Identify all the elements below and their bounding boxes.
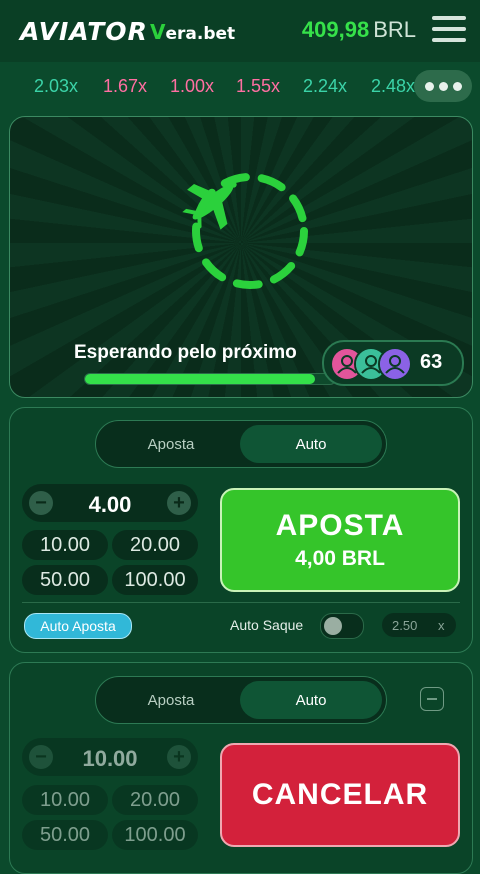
multiplier-item: 2.24x [303,76,348,96]
quick-amount-button[interactable]: 10.00 [22,530,108,560]
plus-button[interactable]: + [167,491,191,515]
plus-button[interactable]: + [167,745,191,769]
multiplier-item: 1.55x [236,76,281,96]
players-online[interactable]: 63 [322,340,464,386]
stake-value[interactable]: 4.00 [62,492,158,518]
minus-button[interactable]: − [29,491,53,515]
place-bet-button[interactable]: APOSTA 4,00 BRL [220,488,460,592]
auto-saque-unit: x [438,618,445,633]
quick-amount-button[interactable]: 100.00 [112,565,198,595]
auto-saque-value: 2.50 [392,618,418,633]
multiplier-item: 2.48x [371,76,416,96]
multiplier-item: 1.00x [170,76,215,96]
hamburger-menu-icon[interactable] [432,16,466,42]
dot-icon [438,81,448,91]
tab-auto[interactable]: Auto [240,425,382,463]
tab-auto[interactable]: Auto [240,681,382,719]
bet-mode-tabs: Aposta Auto [95,420,387,468]
game-canvas: Esperando pelo próximo 63 [9,116,473,398]
dot-icon [424,81,434,91]
quick-amount-button[interactable]: 20.00 [112,530,198,560]
multiplier-item: 1.67x [103,76,148,96]
balance-currency: BRL [373,17,416,42]
balance: 409,98 BRL [302,17,416,43]
remove-panel-icon[interactable] [420,687,444,711]
quick-amount-button[interactable]: 10.00 [22,785,108,815]
more-history-button[interactable] [414,70,472,102]
waiting-progress-bar [84,373,336,385]
dot-icon [452,81,462,91]
top-bar: AVIATOR Vera.bet 409,98 BRL [0,0,480,62]
balance-amount: 409,98 [301,17,370,42]
loading-spinner [192,173,308,289]
brand-text: era.bet [165,24,236,44]
player-avatar [378,347,412,381]
toggle-knob [324,617,342,635]
auto-saque-toggle[interactable] [320,613,364,639]
quick-amount-button[interactable]: 100.00 [112,820,198,850]
stake-stepper: − 10.00 + [22,738,198,776]
bet-button-amount: 4,00 BRL [295,547,385,570]
bet-button-title: APOSTA [275,509,405,542]
verabet-logo: Vera.bet [150,20,235,44]
divider [22,602,460,603]
quick-amount-button[interactable]: 50.00 [22,820,108,850]
auto-saque-input[interactable]: 2.50 x [382,613,456,637]
quick-amount-button[interactable]: 20.00 [112,785,198,815]
players-count: 63 [420,351,443,373]
bet-panel-1: Aposta Auto − 4.00 + 10.00 20.00 50.00 1… [9,407,473,653]
multiplier-history: 2.03x 1.67x 1.00x 1.55x 2.24x 2.48x [0,70,480,106]
cancel-button-title: CANCELAR [251,778,429,811]
cancel-bet-button[interactable]: CANCELAR [220,743,460,847]
aviator-logo: AVIATOR [20,17,148,46]
bet-panel-2: Aposta Auto − 10.00 + 10.00 20.00 50.00 … [9,662,473,874]
tab-aposta[interactable]: Aposta [100,425,242,463]
multiplier-item: 2.03x [34,76,79,96]
auto-saque-label: Auto Saque [230,617,304,633]
quick-amount-button[interactable]: 50.00 [22,565,108,595]
auto-aposta-button[interactable]: Auto Aposta [24,613,132,639]
bet-mode-tabs: Aposta Auto [95,676,387,724]
stake-stepper: − 4.00 + [22,484,198,522]
tab-aposta[interactable]: Aposta [100,681,242,719]
brand-v-letter: V [150,20,166,44]
waiting-text: Esperando pelo próximo [74,342,297,363]
minus-button[interactable]: − [29,745,53,769]
stake-value[interactable]: 10.00 [62,746,158,772]
progress-fill [85,374,315,384]
